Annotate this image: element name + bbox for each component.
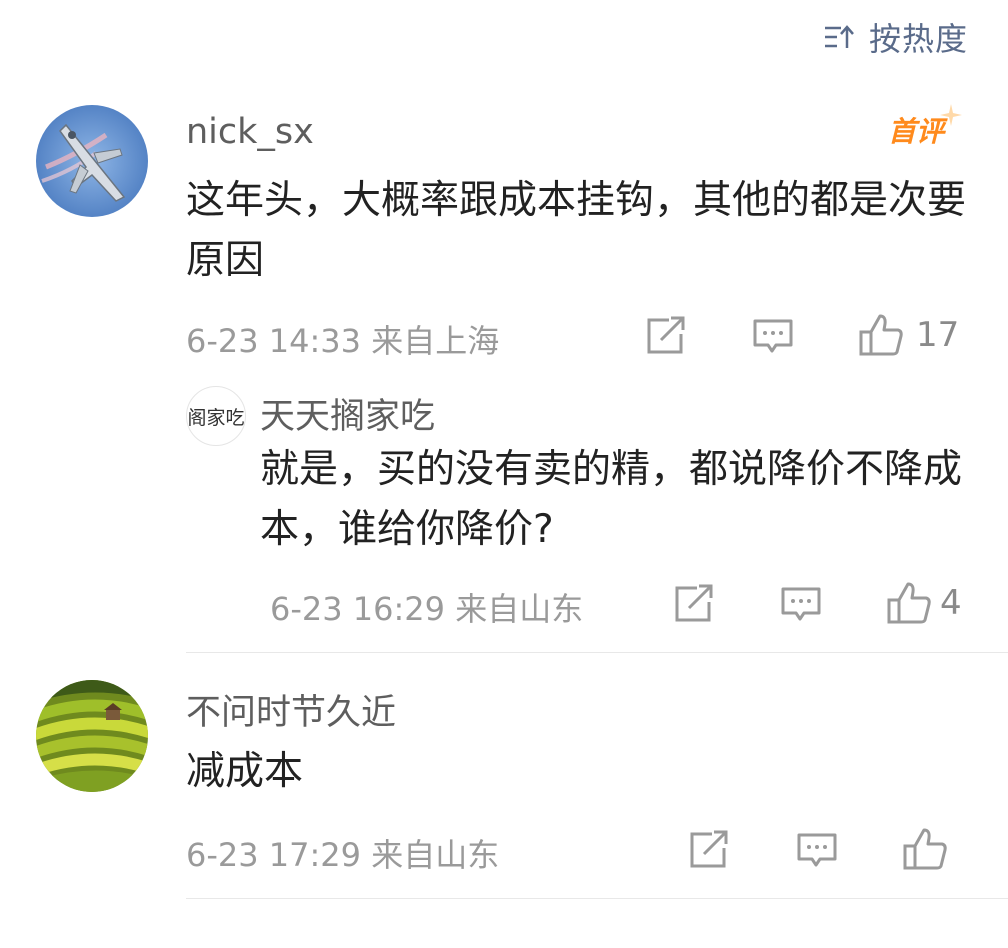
- avatar[interactable]: [36, 105, 148, 217]
- like-button[interactable]: 17: [858, 312, 959, 358]
- reply-button[interactable]: [796, 832, 838, 870]
- share-icon: [675, 584, 713, 622]
- terraces-avatar-image: [36, 680, 148, 792]
- username[interactable]: nick_sx: [186, 112, 314, 152]
- sort-hot-icon: [824, 25, 854, 48]
- sort-label: 按热度: [868, 20, 968, 58]
- like-count: 4: [940, 583, 962, 623]
- reply-meta: 6-23 16:29 来自山东: [270, 590, 584, 628]
- comment-text: 这年头，大概率跟成本挂钩，其他的都是次要原因: [186, 178, 967, 283]
- thumbs-up-icon: [859, 314, 903, 356]
- comment-text: 减成本: [186, 749, 304, 794]
- username[interactable]: 不问时节久近: [186, 684, 396, 735]
- share-button[interactable]: [645, 316, 687, 356]
- sparkle-icon: [940, 104, 963, 126]
- reply-reply-button[interactable]: [780, 586, 822, 624]
- comment-icon: [797, 833, 837, 867]
- comment-icon: [781, 587, 821, 621]
- thumbs-up-icon: [887, 582, 931, 624]
- reply-button[interactable]: [752, 318, 794, 356]
- divider: [186, 898, 1008, 899]
- reply-text: 就是，买的没有卖的精，都说降价不降成本，谁给你降价?: [260, 447, 963, 552]
- comment-meta: 6-23 17:29 来自山东: [186, 836, 500, 874]
- sort-by-hot-button[interactable]: 按热度: [823, 14, 968, 60]
- like-button[interactable]: [902, 826, 960, 872]
- reply-username[interactable]: 天天搁家吃: [260, 388, 435, 439]
- avatar[interactable]: [36, 680, 148, 792]
- thumbs-up-icon: [903, 828, 947, 870]
- divider: [186, 652, 1008, 653]
- reply-like-button[interactable]: 4: [886, 580, 962, 626]
- reply-avatar[interactable]: 阁家吃: [186, 386, 246, 446]
- share-icon: [690, 830, 728, 868]
- share-button[interactable]: [688, 830, 730, 870]
- share-icon: [647, 316, 685, 354]
- reply-share-button[interactable]: [673, 584, 715, 624]
- badge-label: 首评: [888, 115, 945, 148]
- jet-avatar-image: [36, 105, 148, 217]
- first-comment-badge: 首评: [888, 104, 963, 150]
- comment-meta: 6-23 14:33 来自上海: [186, 322, 500, 360]
- comment-icon: [753, 319, 793, 353]
- like-count: 17: [916, 315, 960, 355]
